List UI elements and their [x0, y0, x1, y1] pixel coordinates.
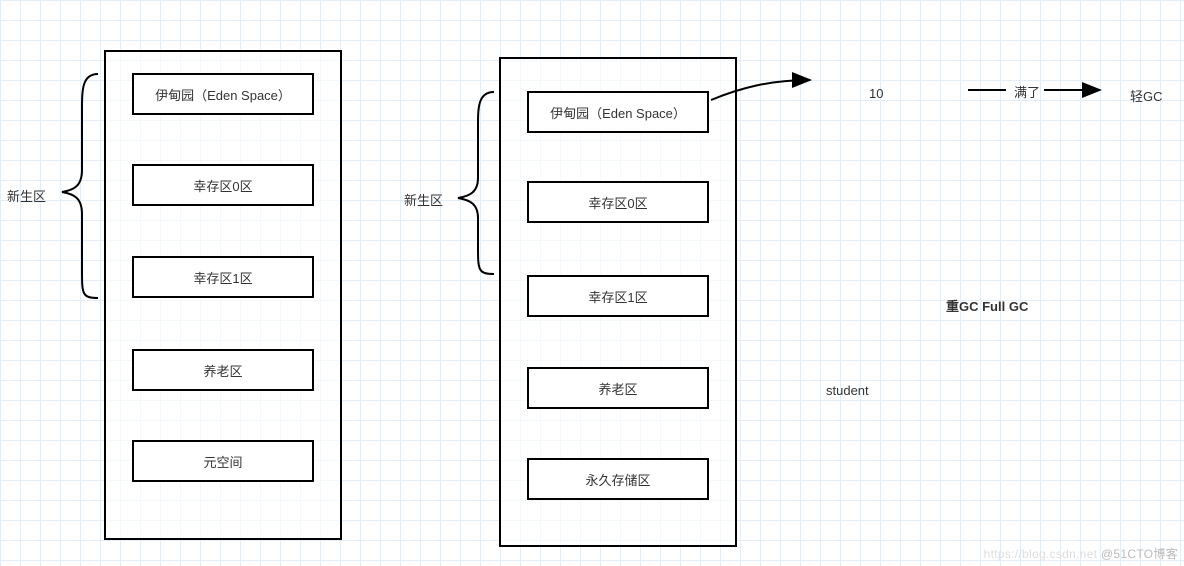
box-label: 元空间 [203, 452, 242, 471]
box-old-mid: 养老区 [527, 367, 709, 409]
box-label: 幸存区0区 [588, 193, 647, 212]
box-eden-mid: 伊甸园（Eden Space） [527, 91, 709, 133]
box-survivor0-left: 幸存区0区 [132, 164, 314, 206]
box-label: 伊甸园（Eden Space） [550, 103, 686, 122]
watermark-left: https://blog.csdn.net [984, 547, 1098, 561]
count-label: 10 [869, 86, 883, 101]
box-label: 幸存区0区 [193, 176, 252, 195]
box-label: 永久存储区 [585, 470, 650, 489]
student-label: student [826, 383, 869, 398]
box-survivor0-mid: 幸存区0区 [527, 181, 709, 223]
box-label: 幸存区1区 [193, 268, 252, 287]
box-label: 养老区 [203, 361, 242, 380]
watermark-right: @51CTO博客 [1101, 547, 1178, 561]
light-gc-label: 轻GC [1130, 86, 1163, 105]
box-survivor1-mid: 幸存区1区 [527, 275, 709, 317]
box-label: 幸存区1区 [588, 287, 647, 306]
brace-left-icon [62, 74, 98, 298]
box-perm-mid: 永久存储区 [527, 458, 709, 500]
full-label: 满了 [1014, 82, 1040, 101]
box-meta-left: 元空间 [132, 440, 314, 482]
brace-mid-icon [458, 92, 494, 274]
box-old-left: 养老区 [132, 349, 314, 391]
heavy-gc-label: 重GC Full GC [946, 296, 1028, 315]
section-label-left: 新生区 [7, 186, 46, 205]
watermark: https://blog.csdn.net @51CTO博客 [984, 545, 1178, 562]
box-eden-left: 伊甸园（Eden Space） [132, 73, 314, 115]
box-survivor1-left: 幸存区1区 [132, 256, 314, 298]
box-label: 养老区 [598, 379, 637, 398]
section-label-mid: 新生区 [404, 190, 443, 209]
box-label: 伊甸园（Eden Space） [155, 85, 291, 104]
